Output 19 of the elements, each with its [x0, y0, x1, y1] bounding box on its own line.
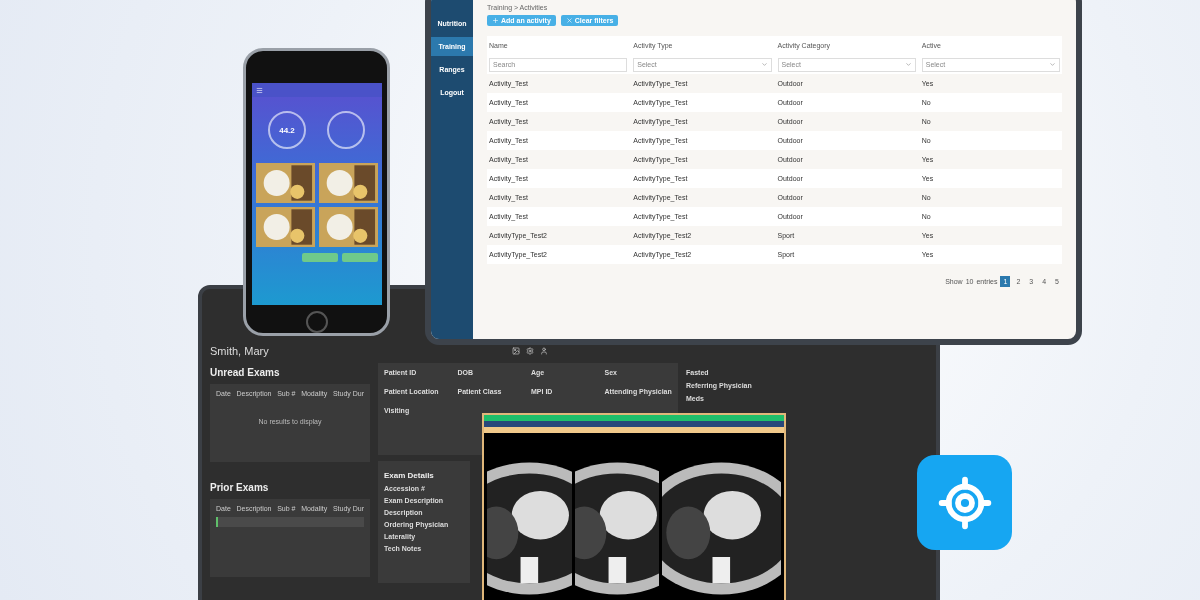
locate-icon	[936, 474, 993, 531]
phone-button[interactable]	[341, 253, 378, 262]
gauge	[327, 111, 365, 149]
section-title: Exam Details	[384, 471, 435, 480]
gauge: 44.2	[268, 111, 306, 149]
home-button[interactable]	[305, 311, 328, 333]
chevron-down-icon	[1049, 61, 1056, 68]
section-title: Prior Exams	[210, 482, 270, 493]
section-title: Unread Exams	[210, 367, 281, 378]
chevron-down-icon	[904, 61, 912, 68]
chevron-down-icon	[760, 61, 768, 68]
phone-button[interactable]	[301, 253, 338, 262]
plus-icon	[492, 17, 499, 24]
patient-name: Smith, Mary	[210, 345, 269, 357]
menu-icon[interactable]	[255, 86, 263, 94]
image-icon[interactable]	[512, 347, 520, 355]
user-icon[interactable]	[540, 347, 548, 355]
close-icon	[565, 17, 573, 24]
settings-icon[interactable]	[526, 347, 534, 355]
